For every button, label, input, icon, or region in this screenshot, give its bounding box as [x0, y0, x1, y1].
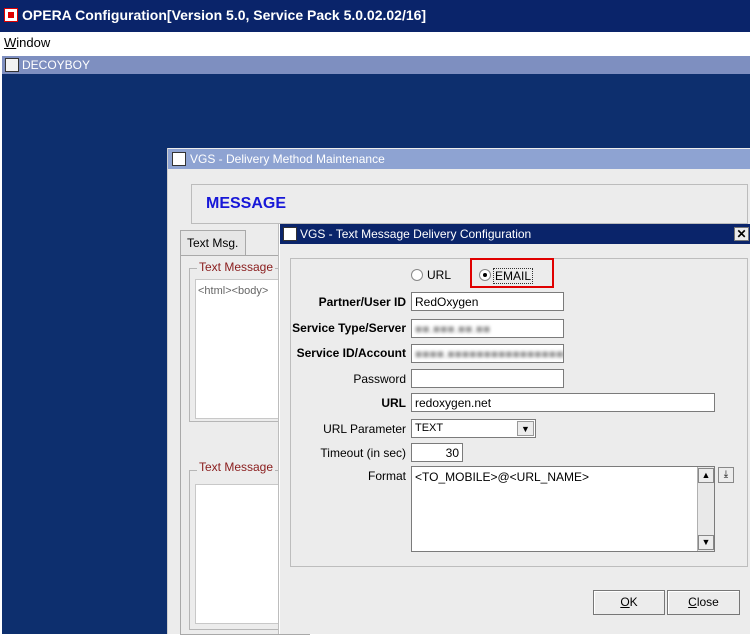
timeout-label: Timeout (in sec)	[320, 446, 406, 460]
ok-mnemonic: O	[620, 595, 630, 609]
text-message-content: <html><body>	[198, 285, 269, 297]
menu-window-label: indow	[16, 35, 51, 50]
url-radio-label[interactable]: URL	[427, 268, 451, 282]
url-radio[interactable]	[411, 269, 423, 281]
window-icon	[172, 152, 186, 166]
opera-app-icon	[4, 8, 18, 22]
delivery-method-title-bar[interactable]: VGS - Delivery Method Maintenance	[168, 149, 750, 169]
redacted-value: ■■.■■■.■■.■■	[415, 322, 491, 336]
service-id-account-label: Service ID/Account	[296, 346, 406, 360]
mdi-title: DECOYBOY	[22, 58, 91, 72]
timeout-field[interactable]: 30	[411, 443, 463, 462]
window-icon	[5, 58, 19, 72]
partner-user-id-label: Partner/User ID	[318, 295, 406, 309]
window-icon	[283, 227, 297, 241]
scroll-down-icon[interactable]: ▼	[698, 535, 714, 550]
menu-window-mnemonic: W	[4, 35, 17, 50]
delivery-config-title: VGS - Text Message Delivery Configuratio…	[300, 227, 532, 241]
close-mnemonic: C	[688, 595, 697, 609]
service-id-account-field[interactable]: ■■■■.■■■■■■■■■■■■■■■■■■■	[411, 344, 564, 363]
mdi-title-bar[interactable]: DECOYBOY	[2, 56, 750, 74]
scroll-up-icon[interactable]: ▲	[698, 468, 714, 483]
email-radio[interactable]	[479, 269, 491, 281]
email-radio-label[interactable]: EMAIL	[493, 268, 534, 284]
password-field[interactable]	[411, 369, 564, 388]
delivery-method-title: VGS - Delivery Method Maintenance	[190, 152, 385, 166]
service-type-server-field[interactable]: ■■.■■■.■■.■■	[411, 319, 564, 338]
download-arrow-icon[interactable]: ⤓	[718, 467, 734, 483]
close-icon[interactable]: ✕	[734, 227, 749, 241]
url-field[interactable]: redoxygen.net	[411, 393, 715, 412]
app-title-bar: OPERA Configuration[Version 5.0, Service…	[0, 0, 750, 32]
app-title: OPERA Configuration[Version 5.0, Service…	[22, 7, 427, 23]
close-label: lose	[696, 595, 719, 609]
format-label: Format	[367, 469, 406, 483]
service-type-server-label: Service Type/Server	[292, 321, 406, 335]
partner-user-id-field[interactable]: RedOxygen	[411, 292, 564, 311]
password-label: Password	[353, 372, 406, 386]
url-parameter-label: URL Parameter	[323, 422, 406, 436]
close-button[interactable]: Close	[667, 590, 740, 615]
tab-text-msg[interactable]: Text Msg.	[180, 230, 246, 256]
chevron-down-icon[interactable]: ▼	[517, 421, 534, 436]
delivery-config-title-bar[interactable]: VGS - Text Message Delivery Configuratio…	[280, 224, 750, 244]
message-heading: MESSAGE	[206, 195, 287, 212]
ok-button[interactable]: OK	[593, 590, 665, 615]
redacted-value: ■■■■.■■■■■■■■■■■■■■■■■■■	[415, 347, 564, 361]
delivery-config-dialog: VGS - Text Message Delivery Configuratio…	[279, 224, 750, 634]
menu-window[interactable]: Window	[4, 35, 50, 50]
menu-bar: Window	[0, 32, 750, 54]
text-message-group-label: Text Message	[197, 260, 276, 274]
format-textarea[interactable]: <TO_MOBILE>@<URL_NAME>	[411, 466, 715, 552]
text-message-group-label-2: Text Message	[197, 460, 276, 474]
message-panel: MESSAGE	[191, 184, 748, 224]
url-label: URL	[381, 396, 406, 410]
ok-label: K	[629, 595, 638, 609]
